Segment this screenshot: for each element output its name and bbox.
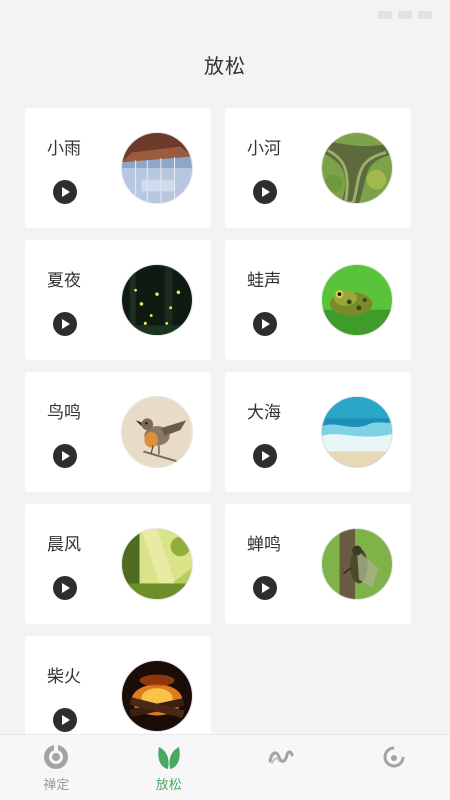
tab-label: 放松 — [155, 778, 182, 793]
sound-label: 鸟鸣 — [47, 403, 81, 423]
play-button[interactable] — [53, 576, 77, 600]
profile-icon — [380, 743, 408, 771]
sound-label: 蛙声 — [247, 271, 281, 291]
tab-meditation[interactable]: 禅定 — [0, 735, 113, 800]
campfire-image — [121, 660, 193, 732]
play-button[interactable] — [253, 312, 277, 336]
sound-label: 柴火 — [47, 667, 81, 687]
play-button[interactable] — [253, 444, 277, 468]
tab-relax[interactable]: 放松 — [113, 735, 226, 800]
sound-card-morning-wind[interactable]: 晨风 — [25, 504, 211, 624]
summer-night-fireflies-image — [121, 264, 193, 336]
sound-card-cicada[interactable]: 蝉鸣 — [225, 504, 411, 624]
rain-under-umbrella-image — [121, 132, 193, 204]
tab-label: 禅定 — [43, 778, 70, 793]
status-icons — [378, 11, 432, 19]
frog-image — [321, 264, 393, 336]
play-button[interactable] — [53, 444, 77, 468]
tab-wave[interactable] — [225, 735, 338, 800]
sound-grid: 小雨 小河 夏夜 蛙声 鸟鸣 大海 晨风 蝉鸣 柴火 — [25, 108, 411, 756]
sound-label: 大海 — [247, 403, 281, 423]
play-button[interactable] — [253, 180, 277, 204]
sound-label: 蝉鸣 — [247, 535, 281, 555]
sound-label: 小河 — [247, 139, 281, 159]
leaf-icon — [155, 743, 183, 771]
morning-forest-image — [121, 528, 193, 600]
status-bar — [0, 0, 450, 30]
sound-label: 晨风 — [47, 535, 81, 555]
battery-icon — [418, 11, 432, 19]
bird-image — [121, 396, 193, 468]
cicada-image — [321, 528, 393, 600]
play-button[interactable] — [53, 180, 77, 204]
sound-card-frog[interactable]: 蛙声 — [225, 240, 411, 360]
sound-card-bird[interactable]: 鸟鸣 — [25, 372, 211, 492]
page-title: 放松 — [204, 54, 246, 78]
river-image — [321, 132, 393, 204]
sound-card-rain[interactable]: 小雨 — [25, 108, 211, 228]
play-button[interactable] — [53, 312, 77, 336]
sound-label: 小雨 — [47, 139, 81, 159]
sound-card-sea[interactable]: 大海 — [225, 372, 411, 492]
wifi-icon — [398, 11, 412, 19]
sea-waves-image — [321, 396, 393, 468]
sound-card-river[interactable]: 小河 — [225, 108, 411, 228]
sound-label: 夏夜 — [47, 271, 81, 291]
sound-card-summer-night[interactable]: 夏夜 — [25, 240, 211, 360]
tab-profile[interactable] — [338, 735, 450, 800]
play-button[interactable] — [53, 708, 77, 732]
wave-icon — [267, 743, 295, 771]
play-button[interactable] — [253, 576, 277, 600]
meditation-icon — [42, 743, 70, 771]
signal-icon — [378, 11, 392, 19]
bottom-tab-bar: 禅定 放松 — [0, 734, 450, 800]
